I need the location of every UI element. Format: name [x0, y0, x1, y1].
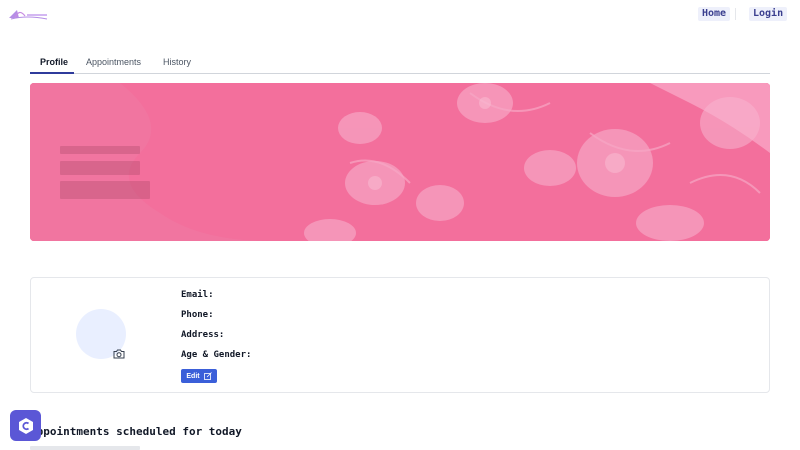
email-label: Email: — [181, 290, 214, 300]
nav-divider — [735, 8, 736, 20]
banner-placeholder-line — [60, 161, 140, 175]
home-button[interactable]: Home — [698, 7, 731, 21]
active-tab-indicator — [30, 72, 74, 74]
edit-icon — [203, 372, 212, 380]
chat-button[interactable] — [10, 410, 41, 441]
banner-placeholder-line — [60, 146, 140, 154]
login-button[interactable]: Login — [749, 7, 788, 21]
tab-history[interactable]: History — [163, 57, 191, 67]
appointments-placeholder-line — [30, 446, 140, 450]
address-label: Address: — [181, 330, 225, 340]
edit-profile-button[interactable]: Edit — [181, 369, 217, 383]
appointments-today-title: Appointments scheduled for today — [30, 425, 242, 438]
tab-profile[interactable]: Profile — [40, 57, 68, 67]
age-gender-label: Age & Gender: — [181, 350, 252, 360]
logo-icon[interactable] — [7, 6, 49, 22]
profile-tabs: Profile Appointments History — [30, 56, 770, 74]
camera-icon[interactable] — [113, 346, 125, 359]
floral-banner-art — [30, 83, 770, 241]
banner-placeholder-line — [60, 181, 150, 199]
phone-label: Phone: — [181, 310, 214, 320]
chat-icon — [18, 417, 33, 434]
profile-banner — [30, 83, 770, 241]
edit-label: Edit — [186, 372, 200, 380]
profile-card: Email: Phone: Address: Age & Gender: Edi… — [30, 277, 770, 393]
tab-appointments[interactable]: Appointments — [86, 57, 141, 67]
